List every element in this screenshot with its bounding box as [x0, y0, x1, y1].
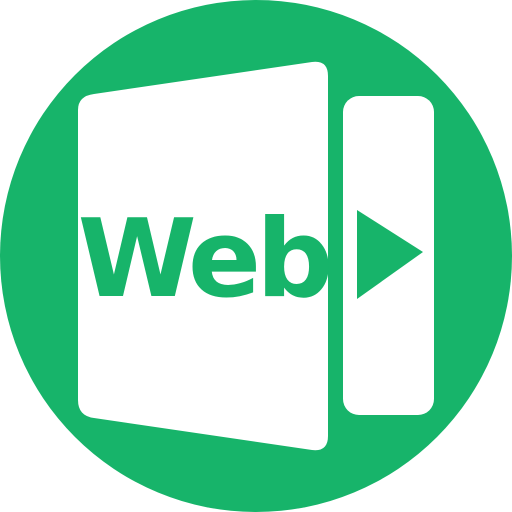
icon-label: Web	[78, 197, 330, 322]
web-document-icon: Web	[0, 0, 512, 512]
web-app-icon: Web	[0, 0, 512, 512]
